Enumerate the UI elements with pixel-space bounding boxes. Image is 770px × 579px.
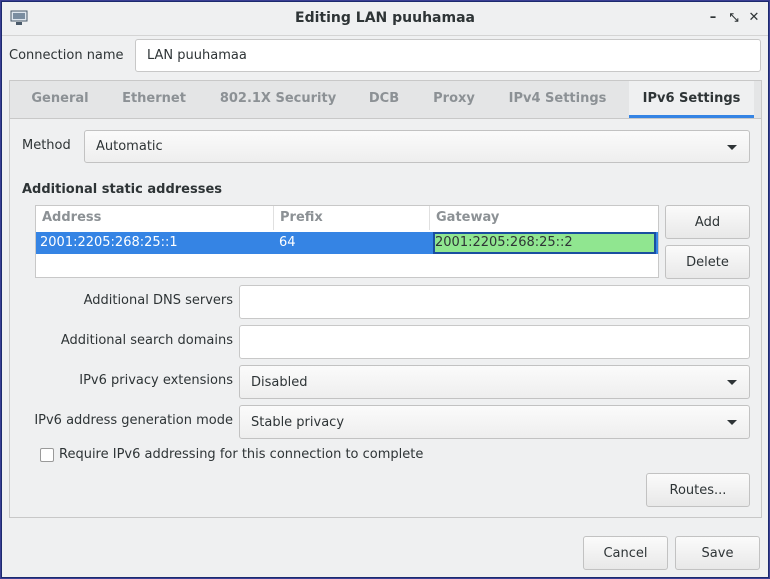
dns-servers-field[interactable]	[239, 285, 750, 319]
dns-servers-label: Additional DNS servers	[83, 293, 233, 308]
connection-name-value: LAN puuhamaa	[147, 48, 247, 63]
search-domains-label: Additional search domains	[60, 333, 233, 348]
chevron-down-icon	[727, 420, 737, 425]
delete-button[interactable]: Delete	[665, 245, 750, 279]
address-cell[interactable]: 2001:2205:268:25::1	[40, 232, 270, 254]
privacy-extensions-value: Disabled	[251, 374, 308, 390]
column-header-prefix[interactable]: Prefix	[274, 206, 430, 230]
privacy-extensions-label: IPv6 privacy extensions	[79, 373, 233, 388]
column-header-gateway[interactable]: Gateway	[430, 206, 658, 230]
method-value: Automatic	[96, 139, 163, 154]
connection-name-label: Connection name	[9, 48, 124, 63]
table-row[interactable]: 2001:2205:268:25::1 64 2001:2205:268:25:…	[36, 232, 658, 254]
generation-mode-value: Stable privacy	[251, 414, 345, 430]
title-bar[interactable]: Editing LAN puuhamaa – ⤡ ✕	[2, 2, 768, 36]
tab-ipv4-settings[interactable]: IPv4 Settings	[500, 81, 615, 118]
require-ipv6-checkbox[interactable]	[40, 448, 54, 462]
tab-general[interactable]: General	[22, 81, 98, 118]
static-addresses-title: Additional static addresses	[22, 182, 223, 197]
save-button[interactable]: Save	[675, 536, 760, 570]
tab-ipv6-settings[interactable]: IPv6 Settings	[629, 81, 754, 118]
routes-button[interactable]: Routes...	[646, 473, 750, 507]
tab-bar: General Ethernet 802.1X Security DCB Pro…	[10, 81, 761, 119]
tab-proxy[interactable]: Proxy	[422, 81, 486, 118]
minimize-icon[interactable]: –	[705, 9, 721, 27]
window-title: Editing LAN puuhamaa	[295, 10, 475, 26]
connection-name-field[interactable]: LAN puuhamaa	[135, 39, 761, 72]
generation-mode-label: IPv6 address generation mode	[34, 413, 233, 428]
generation-mode-combo[interactable]: Stable privacy	[239, 405, 750, 439]
add-button[interactable]: Add	[665, 205, 750, 239]
method-combo[interactable]: Automatic	[84, 130, 750, 163]
gateway-cell-editor[interactable]: 2001:2205:268:25::2	[433, 232, 656, 254]
settings-notebook: General Ethernet 802.1X Security DCB Pro…	[9, 80, 762, 518]
method-label: Method	[22, 138, 71, 153]
column-header-address[interactable]: Address	[36, 206, 274, 230]
tab-dcb[interactable]: DCB	[360, 81, 408, 118]
search-domains-field[interactable]	[239, 325, 750, 359]
require-ipv6-label[interactable]: Require IPv6 addressing for this connect…	[59, 447, 423, 462]
prefix-cell[interactable]: 64	[279, 232, 419, 254]
close-icon[interactable]: ✕	[746, 9, 762, 27]
tab-8021x-security[interactable]: 802.1X Security	[211, 81, 345, 118]
static-addresses-table[interactable]: Address Prefix Gateway 2001:2205:268:25:…	[35, 205, 659, 278]
tab-ethernet[interactable]: Ethernet	[111, 81, 197, 118]
chevron-down-icon	[727, 380, 737, 385]
cancel-button[interactable]: Cancel	[583, 536, 668, 570]
chevron-down-icon	[727, 144, 737, 150]
privacy-extensions-combo[interactable]: Disabled	[239, 365, 750, 399]
editor-window: Editing LAN puuhamaa – ⤡ ✕ Connection na…	[1, 1, 769, 578]
restore-icon[interactable]: ⤡	[726, 9, 742, 27]
